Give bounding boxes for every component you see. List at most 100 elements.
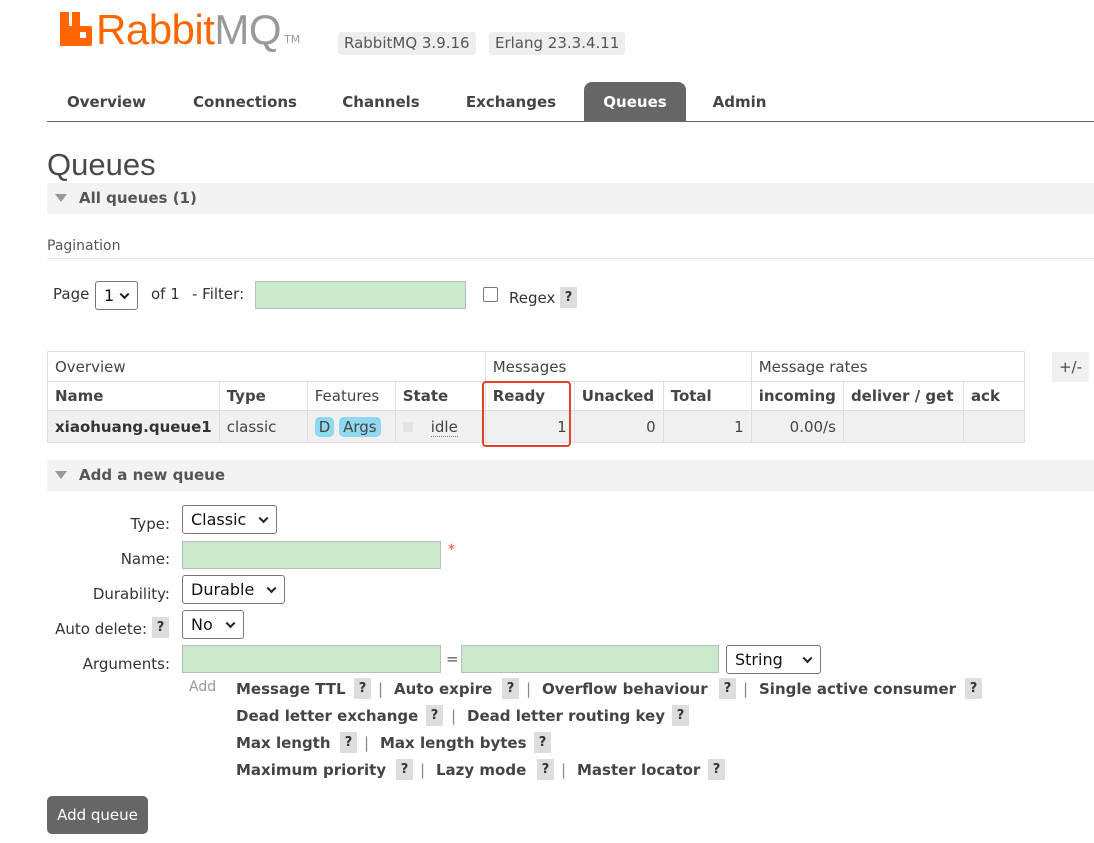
overflow-help-icon[interactable]: ? xyxy=(719,678,736,699)
feature-args-badge[interactable]: Args xyxy=(339,416,381,437)
separator: | xyxy=(743,680,749,698)
tab-channels[interactable]: Channels xyxy=(331,82,431,122)
durability-select[interactable]: Durable xyxy=(182,575,285,604)
separator: | xyxy=(451,707,457,725)
add-queue-title: Add a new queue xyxy=(79,466,226,484)
argument-type-select[interactable]: String xyxy=(726,645,821,674)
col-ack[interactable]: ack xyxy=(962,381,1025,411)
col-name[interactable]: Name xyxy=(47,381,220,411)
auto-delete-label: Auto delete: xyxy=(55,620,147,638)
argument-type-value: String xyxy=(735,650,783,669)
col-features: Features xyxy=(306,381,396,411)
page-title: Queues xyxy=(47,147,156,182)
auto-expire-help-icon[interactable]: ? xyxy=(502,678,519,699)
arg-overflow-link[interactable]: Overflow behaviour xyxy=(542,680,708,698)
tab-connections[interactable]: Connections xyxy=(180,82,310,122)
col-deliver-get[interactable]: deliver / get xyxy=(842,381,964,411)
unacked-count: 0 xyxy=(573,410,664,443)
feature-durable-badge[interactable]: D xyxy=(314,416,335,437)
page-select-value: 1 xyxy=(104,286,115,305)
dl-routing-key-help-icon[interactable]: ? xyxy=(672,705,689,726)
columns-toggle-button[interactable]: +/- xyxy=(1052,352,1089,382)
master-locator-help-icon[interactable]: ? xyxy=(708,759,725,780)
chevron-down-icon xyxy=(119,288,130,299)
col-type[interactable]: Type xyxy=(218,381,308,411)
incoming-rate: 0.00/s xyxy=(750,410,844,443)
chevron-down-icon xyxy=(225,617,236,628)
page-select[interactable]: 1 xyxy=(95,281,138,310)
tab-queues[interactable]: Queues xyxy=(584,82,686,122)
state-idle-label[interactable]: idle xyxy=(430,417,458,437)
group-message-rates-header: Message rates xyxy=(750,351,1025,382)
main-nav-tabs: Overview Connections Channels Exchanges … xyxy=(47,82,1094,122)
col-state[interactable]: State xyxy=(394,381,486,411)
lazy-mode-help-icon[interactable]: ? xyxy=(537,759,554,780)
state-indicator-icon xyxy=(402,421,413,432)
queue-name-link[interactable]: xiaohuang.queue1 xyxy=(47,410,220,443)
dl-exchange-help-icon[interactable]: ? xyxy=(426,705,443,726)
name-label: Name: xyxy=(120,550,170,568)
regex-label: Regex xyxy=(509,289,556,307)
ack-rate xyxy=(962,410,1025,443)
arg-dead-letter-exchange-link[interactable]: Dead letter exchange xyxy=(236,707,418,725)
argument-value-input[interactable] xyxy=(461,645,719,673)
arguments-label: Arguments: xyxy=(82,655,170,673)
arg-master-locator-link[interactable]: Master locator xyxy=(577,761,700,779)
tab-overview[interactable]: Overview xyxy=(55,82,158,122)
erlang-version-badge: Erlang 23.3.4.11 xyxy=(489,32,626,55)
regex-help-icon[interactable]: ? xyxy=(560,287,577,308)
auto-delete-help-icon[interactable]: ? xyxy=(152,617,169,638)
rabbit-logo-icon xyxy=(60,12,92,46)
tab-exchanges[interactable]: Exchanges xyxy=(453,82,569,122)
single-active-help-icon[interactable]: ? xyxy=(965,678,982,699)
group-messages-header: Messages xyxy=(484,351,752,382)
auto-delete-value: No xyxy=(191,615,213,634)
max-priority-help-icon[interactable]: ? xyxy=(396,759,413,780)
chevron-down-icon xyxy=(258,512,269,523)
arg-maximum-priority-link[interactable]: Maximum priority xyxy=(236,761,386,779)
col-incoming[interactable]: incoming xyxy=(750,381,844,411)
arg-auto-expire-link[interactable]: Auto expire xyxy=(394,680,492,698)
rabbitmq-version-badge: RabbitMQ 3.9.16 xyxy=(338,32,476,55)
auto-delete-select[interactable]: No xyxy=(182,610,244,639)
group-overview-header: Overview xyxy=(47,351,486,382)
separator: | xyxy=(420,761,426,779)
all-queues-toggle[interactable]: All queues (1) xyxy=(47,183,1094,214)
required-asterisk: * xyxy=(448,542,455,558)
page-of-label: of 1 xyxy=(151,285,180,303)
queue-type-select[interactable]: Classic xyxy=(182,505,277,534)
rabbitmq-logo[interactable]: Rabbit MQ TM xyxy=(60,6,301,53)
separator: | xyxy=(526,680,532,698)
arg-max-length-link[interactable]: Max length xyxy=(236,734,331,752)
all-queues-title: All queues (1) xyxy=(79,189,197,207)
arg-single-active-consumer-link[interactable]: Single active consumer xyxy=(759,680,956,698)
arg-max-length-bytes-link[interactable]: Max length bytes xyxy=(380,734,527,752)
add-argument-label: Add xyxy=(189,679,217,695)
max-length-bytes-help-icon[interactable]: ? xyxy=(534,732,551,753)
queue-name-input[interactable] xyxy=(182,541,441,569)
col-unacked[interactable]: Unacked xyxy=(573,381,664,411)
page-label: Page xyxy=(53,285,90,303)
arg-dead-letter-routing-key-link[interactable]: Dead letter routing key xyxy=(467,707,665,725)
arg-message-ttl-link[interactable]: Message TTL xyxy=(236,680,346,698)
logo-trademark: TM xyxy=(284,33,301,46)
chevron-down-icon xyxy=(802,652,813,663)
arg-lazy-mode-link[interactable]: Lazy mode xyxy=(436,761,526,779)
tab-admin[interactable]: Admin xyxy=(700,82,779,122)
queue-type-value: Classic xyxy=(191,510,247,529)
max-length-help-icon[interactable]: ? xyxy=(340,732,357,753)
col-total[interactable]: Total xyxy=(662,381,752,411)
separator: | xyxy=(561,761,567,779)
add-queue-button[interactable]: Add queue xyxy=(47,796,148,834)
durability-label: Durability: xyxy=(92,585,170,603)
filter-input[interactable] xyxy=(255,281,466,309)
argument-key-input[interactable] xyxy=(182,645,441,673)
message-ttl-help-icon[interactable]: ? xyxy=(354,678,371,699)
pagination-divider xyxy=(47,258,1094,259)
add-queue-toggle[interactable]: Add a new queue xyxy=(47,460,1094,491)
queue-type: classic xyxy=(218,410,308,443)
logo-text-rabbit: Rabbit xyxy=(96,6,215,53)
collapse-triangle-icon xyxy=(55,471,67,479)
type-label: Type: xyxy=(130,515,170,533)
regex-checkbox[interactable] xyxy=(483,287,498,302)
